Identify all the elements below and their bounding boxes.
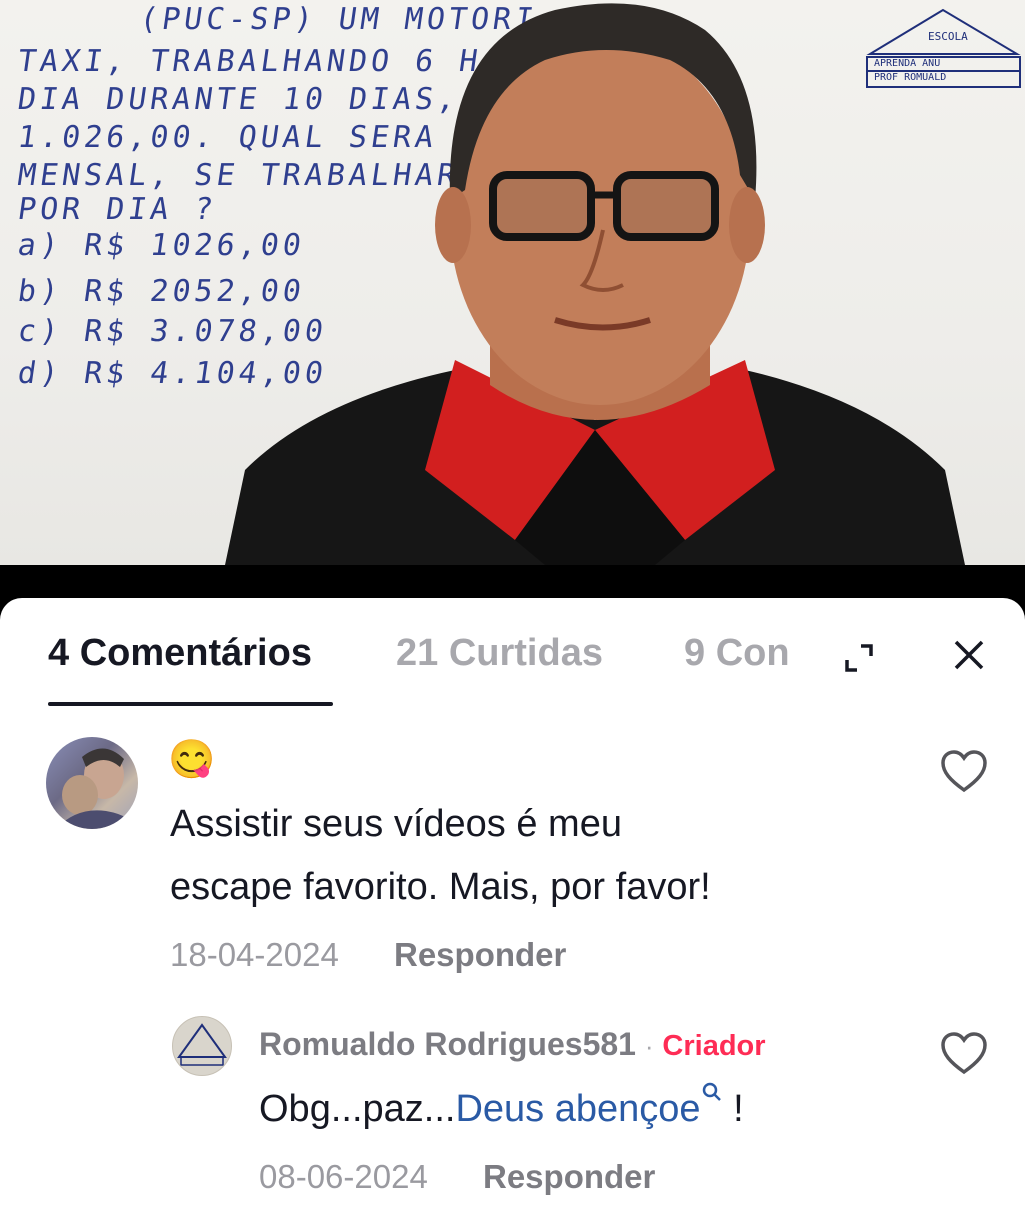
reply-author-row: Romualdo Rodrigues581 · Criador	[259, 1026, 766, 1063]
tab-more[interactable]: 9 Con	[684, 632, 790, 675]
comment-date: 18-04-2024	[170, 936, 339, 973]
tab-likes[interactable]: 21 Curtidas	[396, 632, 603, 675]
video-player[interactable]: (PUC-SP) UM MOTORI TAXI, TRABALHANDO 6 H…	[0, 0, 1025, 565]
comments-sheet: 4 Comentários 21 Curtidas 9 Con 😋 Assist…	[0, 598, 1025, 1216]
author-name[interactable]: Romualdo Rodrigues581	[259, 1026, 636, 1062]
search-link[interactable]: Deus abençoe	[455, 1082, 722, 1130]
emoji-sticker: 😋	[168, 739, 216, 781]
reply-text-prefix: Obg...paz...	[259, 1088, 456, 1130]
avatar-image-icon	[56, 748, 138, 829]
tab-underline	[48, 702, 333, 706]
reply-text: Obg...paz...Deus abençoe !	[259, 1078, 744, 1141]
comment-text-line: Assistir seus vídeos é meu	[170, 803, 622, 845]
presenter-figure	[225, 3, 965, 565]
search-link-label[interactable]: Deus abençoe	[455, 1088, 700, 1130]
like-heart-icon[interactable]	[940, 750, 988, 794]
reply-button[interactable]: Responder	[483, 1158, 655, 1196]
separator-dot: ·	[644, 1031, 654, 1061]
reply-text-suffix: !	[722, 1088, 744, 1130]
expand-icon[interactable]	[843, 642, 875, 674]
school-logo-icon	[177, 1023, 227, 1066]
comment-text-line: escape favorito. Mais, por favor!	[170, 866, 711, 908]
tab-comments[interactable]: 4 Comentários	[48, 632, 312, 675]
reply-button[interactable]: Responder	[394, 936, 566, 974]
close-icon[interactable]	[952, 638, 986, 672]
whiteboard-text: POR DIA ?	[15, 192, 220, 227]
avatar[interactable]	[46, 737, 138, 829]
reply-date: 08-06-2024	[259, 1158, 428, 1195]
creator-badge: Criador	[662, 1030, 766, 1062]
like-heart-icon[interactable]	[940, 1032, 988, 1076]
creator-avatar[interactable]	[172, 1016, 232, 1076]
search-icon[interactable]	[701, 1081, 723, 1103]
